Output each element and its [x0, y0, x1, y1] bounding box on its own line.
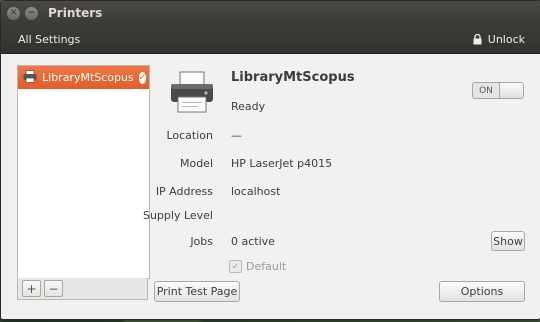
window-title: Printers [48, 6, 103, 20]
printer-status: Ready [231, 100, 266, 113]
print-test-page-button[interactable]: Print Test Page [154, 281, 240, 302]
printer-list-toolbar: + − [17, 278, 148, 300]
close-window-button[interactable]: ✕ [7, 6, 20, 20]
title-bar: ✕ − Printers [1, 1, 540, 25]
default-label: Default [246, 260, 287, 273]
printer-name: LibraryMtScopus [231, 70, 355, 85]
toolbar: All Settings Unlock [1, 25, 540, 54]
add-printer-button[interactable]: + [22, 280, 41, 297]
model-value: HP LaserJet p4015 [231, 157, 333, 170]
printer-large-icon [169, 71, 215, 116]
checkbox-check-icon: ✓ [229, 260, 242, 273]
ip-address-value: localhost [231, 185, 281, 198]
supply-level-label: Supply Level [142, 209, 213, 222]
printer-icon [23, 69, 37, 86]
jobs-label: Jobs [190, 235, 213, 248]
toggle-label: ON [479, 85, 493, 96]
printers-window: ✕ − Printers All Settings Unlock Library… [0, 0, 540, 320]
show-jobs-button[interactable]: Show [491, 231, 525, 251]
remove-printer-button[interactable]: − [44, 280, 63, 297]
default-checkbox[interactable]: ✓ Default [229, 260, 286, 273]
unlock-button[interactable]: Unlock [473, 33, 525, 46]
printer-list-item[interactable]: LibraryMtScopus ✓ [18, 66, 149, 89]
main-content: LibraryMtScopus ✓ + − LibraryMtScopus Re… [1, 54, 540, 319]
printer-list-item-label: LibraryMtScopus [42, 71, 134, 84]
unlock-label: Unlock [487, 32, 525, 46]
minimize-window-button[interactable]: − [25, 6, 38, 20]
toggle-knob[interactable] [499, 83, 523, 98]
options-button[interactable]: Options [439, 281, 525, 302]
all-settings-button[interactable]: All Settings [18, 33, 80, 46]
lock-icon [473, 33, 482, 45]
ip-address-label: IP Address [155, 185, 213, 198]
model-label: Model [179, 157, 213, 170]
jobs-value: 0 active [231, 235, 275, 248]
printer-on-toggle[interactable]: ON [472, 82, 524, 99]
location-value: — [231, 129, 242, 142]
checkmark-icon: ✓ [138, 71, 147, 84]
location-label: Location [166, 129, 213, 142]
